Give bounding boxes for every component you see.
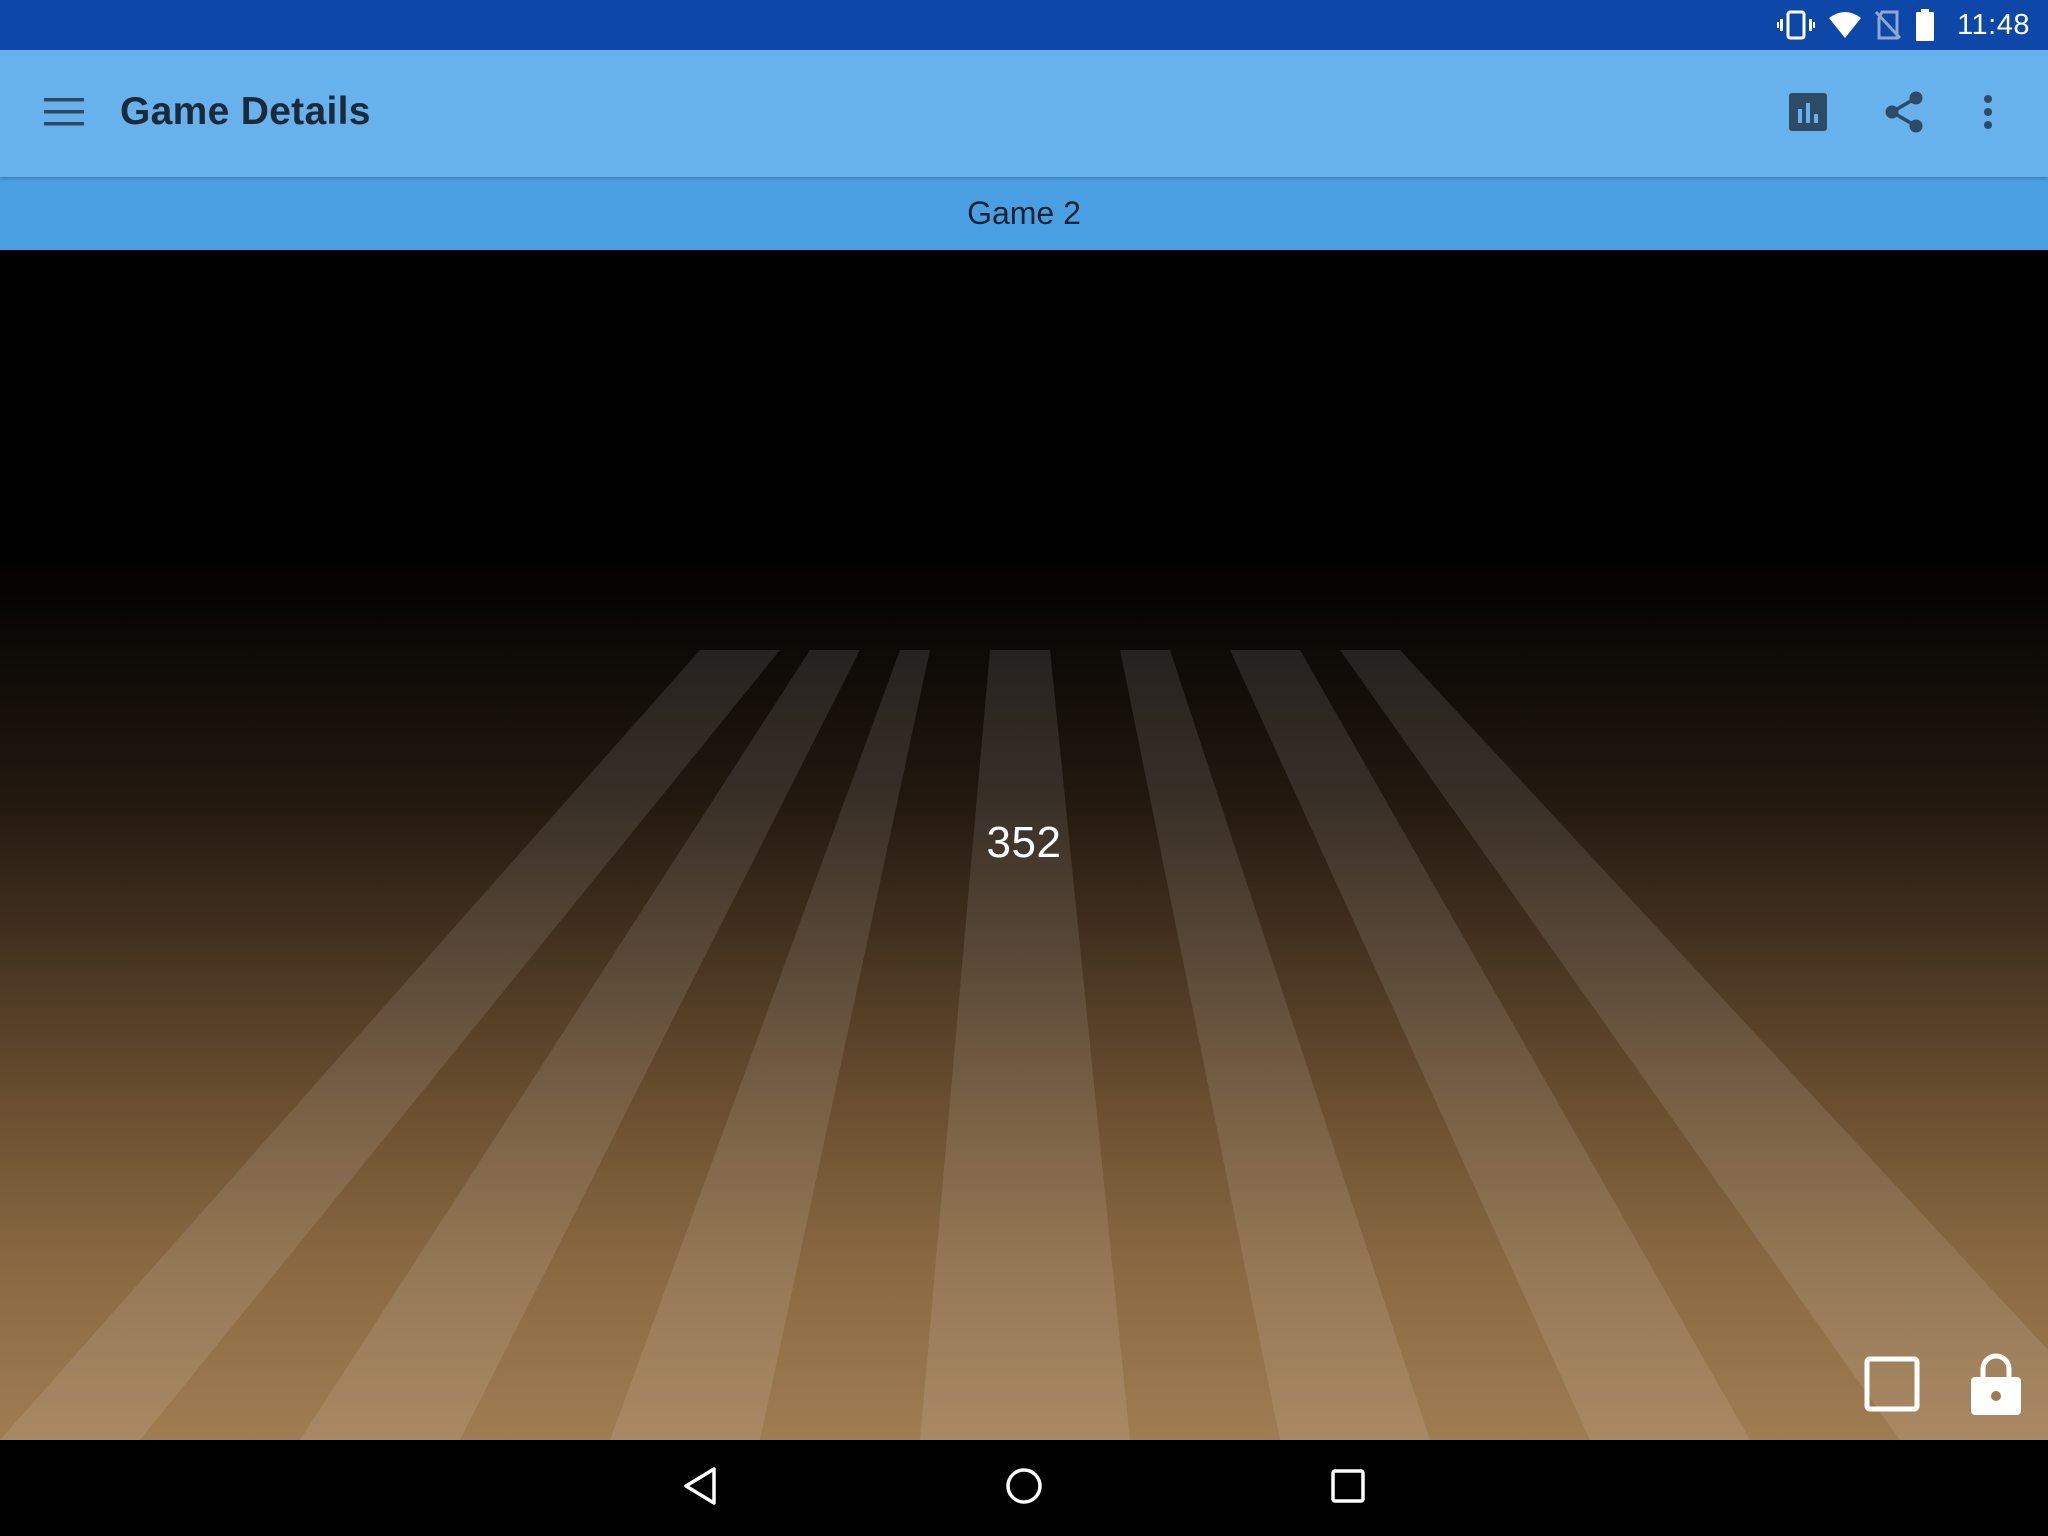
app-bar: Game Details xyxy=(0,50,2048,177)
home-button[interactable] xyxy=(990,1454,1058,1522)
home-icon xyxy=(1005,1467,1043,1510)
lock-icon xyxy=(1971,1353,2021,1420)
back-icon xyxy=(682,1466,718,1511)
stats-icon xyxy=(1789,92,1827,136)
hamburger-menu-icon xyxy=(44,97,84,132)
wifi-icon xyxy=(1829,12,1862,38)
game-details-screen: 11:48 Game Details Game 2 352 xyxy=(0,0,2048,1536)
square-outline-icon xyxy=(1864,1356,1920,1417)
page-title: Game Details xyxy=(120,90,371,133)
game-label: Game 2 xyxy=(967,195,1081,231)
bowling-lane-view: 352 xyxy=(0,250,2048,1440)
back-button[interactable] xyxy=(666,1454,734,1522)
system-nav-bar xyxy=(0,1440,2048,1536)
no-sim-icon xyxy=(1875,10,1902,40)
battery-icon xyxy=(1915,9,1935,41)
status-time: 11:48 xyxy=(1957,8,2030,41)
share-icon xyxy=(1884,91,1924,138)
more-vert-icon xyxy=(1982,94,1994,135)
recents-button[interactable] xyxy=(1314,1454,1382,1522)
more-options-button[interactable] xyxy=(1954,80,2022,148)
recents-icon xyxy=(1331,1468,1365,1508)
score-value: 352 xyxy=(986,818,1062,867)
menu-button[interactable] xyxy=(30,80,98,148)
frame-toggle-button[interactable] xyxy=(1856,1350,1928,1422)
share-button[interactable] xyxy=(1870,80,1938,148)
game-subheader: Game 2 xyxy=(0,177,2048,250)
vibrate-icon xyxy=(1777,10,1816,40)
stats-button[interactable] xyxy=(1774,80,1842,148)
lock-button[interactable] xyxy=(1960,1350,2032,1422)
status-bar: 11:48 xyxy=(0,0,2048,50)
status-icons: 11:48 xyxy=(1777,0,2030,50)
